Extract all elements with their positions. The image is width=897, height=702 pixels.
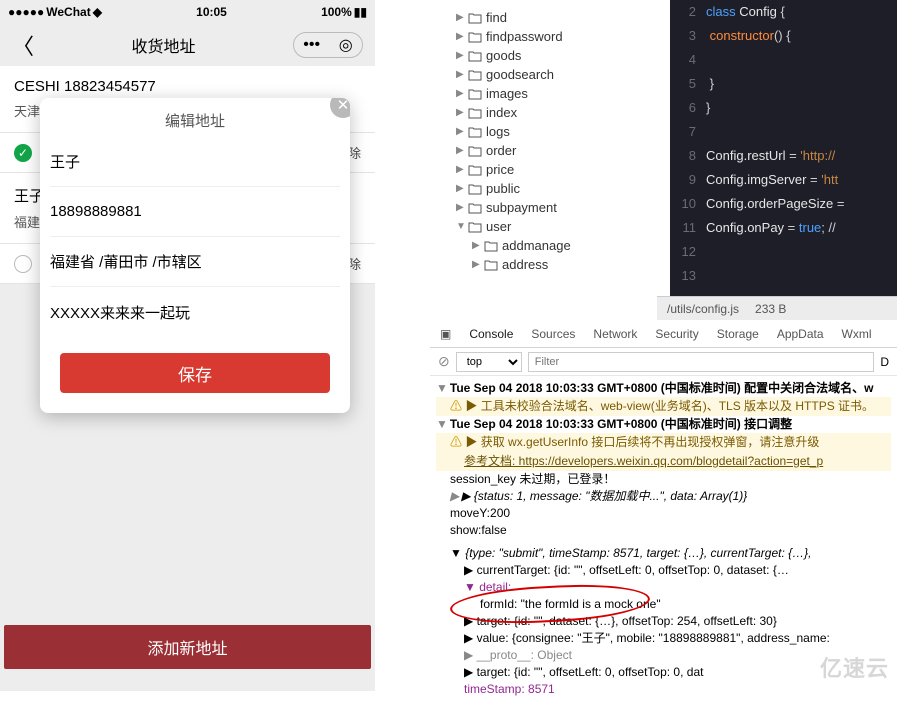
region-field[interactable]	[50, 237, 340, 287]
console-log[interactable]: ▼Tue Sep 04 2018 10:03:33 GMT+0800 (中国标准…	[430, 376, 897, 702]
code-line: 6}	[670, 96, 897, 120]
log-line: timeStamp: 8571	[436, 681, 891, 698]
tab-storage[interactable]: Storage	[717, 327, 759, 341]
log-line: show:false	[436, 522, 891, 539]
code-line: 8Config.restUrl = 'http://	[670, 144, 897, 168]
tree-item-goodsearch[interactable]: ▶goodsearch	[434, 65, 666, 84]
radio-unselected-icon[interactable]	[14, 255, 32, 273]
log-line: moveY:200	[436, 505, 891, 522]
devtools-tabs: ▣ Console Sources Network Security Storage Ap…	[430, 320, 897, 348]
tree-item-address[interactable]: ▶address	[434, 255, 666, 274]
log-object[interactable]: ▶ value: {consignee: "王子", mobile: "1889…	[436, 630, 891, 647]
log-line: session_key 未过期，已登录！	[436, 471, 891, 488]
code-editor[interactable]: 2class Config {3 constructor() {45 }6}78…	[670, 0, 897, 296]
log-object[interactable]: ▶▶ {status: 1, message: "数据加载中...", data…	[436, 488, 891, 505]
code-line: 5 }	[670, 72, 897, 96]
tree-item-logs[interactable]: ▶logs	[434, 122, 666, 141]
address-title: CESHI 18823454577	[14, 78, 361, 95]
code-line: 13	[670, 264, 897, 288]
file-size: 233 B	[755, 302, 786, 316]
modal-title: 编辑地址	[40, 98, 350, 137]
path-bar: /utils/config.js 233 B	[657, 296, 897, 320]
tree-item-public[interactable]: ▶public	[434, 179, 666, 198]
capsule[interactable]: ••• ◎	[293, 32, 363, 58]
status-time: 10:05	[196, 5, 227, 19]
tree-item-index[interactable]: ▶index	[434, 103, 666, 122]
tree-item-addmanage[interactable]: ▶addmanage	[434, 236, 666, 255]
tree-item-goods[interactable]: ▶goods	[434, 46, 666, 65]
code-line: 10Config.orderPageSize =	[670, 192, 897, 216]
tree-item-find[interactable]: ▶find	[434, 8, 666, 27]
code-line: 7	[670, 120, 897, 144]
inspect-icon[interactable]: ▣	[440, 327, 451, 341]
tree-item-findpassword[interactable]: ▶findpassword	[434, 27, 666, 46]
log-object[interactable]: ▶ target: {id: "", dataset: {…}, offsetT…	[436, 613, 891, 630]
context-select[interactable]: top	[456, 352, 522, 372]
default-levels[interactable]: D	[880, 355, 889, 369]
signal-dots: ●●●●●	[8, 5, 44, 19]
edit-address-modal: ✕ 编辑地址 保存	[40, 98, 350, 413]
log-object[interactable]: ▼ {type: "submit", timeStamp: 8571, targ…	[436, 545, 891, 562]
tab-console[interactable]: Console	[469, 327, 513, 341]
tab-appdata[interactable]: AppData	[777, 327, 824, 341]
add-address-button[interactable]: 添加新地址	[4, 625, 371, 669]
name-field[interactable]	[50, 137, 340, 187]
tree-item-images[interactable]: ▶images	[434, 84, 666, 103]
nav-bar: 〈 收货地址 ••• ◎	[0, 24, 375, 66]
battery-icon: ▮▮	[354, 5, 367, 19]
back-icon[interactable]: 〈	[12, 29, 34, 61]
devtools-panel: ▣ Console Sources Network Security Storage Ap…	[430, 320, 897, 691]
tab-network[interactable]: Network	[593, 327, 637, 341]
file-tree[interactable]: ▶find▶findpassword▶goods▶goodsearch▶imag…	[430, 0, 670, 296]
radio-selected-icon[interactable]: ✓	[14, 144, 32, 162]
log-warn: ▶ 获取 wx.getUserInfo 接口后续将不再出现授权弹窗，请注意升级	[465, 435, 819, 449]
log-warn: ▶ 工具未校验合法域名、web-view(业务域名)、TLS 版本以及 HTTP…	[465, 399, 874, 413]
tree-item-user[interactable]: ▼user	[434, 217, 666, 236]
devtools-filter-bar: ⊘ top D	[430, 348, 897, 376]
code-line: 4	[670, 48, 897, 72]
log-formid: formId: "the formId is a mock one"	[436, 596, 891, 613]
tree-item-subpayment[interactable]: ▶subpayment	[434, 198, 666, 217]
file-path: /utils/config.js	[667, 302, 739, 316]
code-line: 11Config.onPay = true; //	[670, 216, 897, 240]
code-line: 3 constructor() {	[670, 24, 897, 48]
code-line: 2class Config {	[670, 0, 897, 24]
clear-icon[interactable]: ⊘	[438, 353, 450, 370]
tab-security[interactable]: Security	[655, 327, 698, 341]
log-line: Tue Sep 04 2018 10:03:33 GMT+0800 (中国标准时…	[450, 417, 792, 431]
log-object[interactable]: ▶ currentTarget: {id: "", offsetLeft: 0,…	[436, 562, 891, 579]
target-icon[interactable]: ◎	[339, 35, 353, 55]
carrier: WeChat	[46, 5, 90, 19]
battery-percent: 100%	[321, 5, 352, 19]
save-button[interactable]: 保存	[60, 353, 330, 393]
wifi-icon: ◆	[93, 5, 102, 19]
ide-pane: ▶find▶findpassword▶goods▶goodsearch▶imag…	[430, 0, 897, 296]
detail-field[interactable]	[50, 287, 340, 337]
tree-item-order[interactable]: ▶order	[434, 141, 666, 160]
log-object[interactable]: ▼ detail:	[436, 579, 891, 596]
log-object[interactable]: ▶ target: {id: "", offsetLeft: 0, offset…	[436, 664, 891, 681]
code-line: 12	[670, 240, 897, 264]
log-proto[interactable]: ▶ __proto__: Object	[436, 647, 891, 664]
tree-item-price[interactable]: ▶price	[434, 160, 666, 179]
log-warn-link[interactable]: 参考文档: https://developers.weixin.qq.com/b…	[464, 454, 823, 468]
code-line: 9Config.imgServer = 'htt	[670, 168, 897, 192]
status-bar: ●●●●● WeChat ◆ 10:05 100% ▮▮	[0, 0, 375, 24]
more-icon[interactable]: •••	[303, 36, 320, 54]
phone-field[interactable]	[50, 187, 340, 237]
page-title: 收货地址	[34, 33, 293, 57]
filter-input[interactable]	[528, 352, 875, 372]
tab-sources[interactable]: Sources	[531, 327, 575, 341]
phone-simulator: ●●●●● WeChat ◆ 10:05 100% ▮▮ 〈 收货地址 ••• …	[0, 0, 375, 691]
tab-wxml[interactable]: Wxml	[842, 327, 872, 341]
log-line: Tue Sep 04 2018 10:03:33 GMT+0800 (中国标准时…	[450, 381, 874, 395]
